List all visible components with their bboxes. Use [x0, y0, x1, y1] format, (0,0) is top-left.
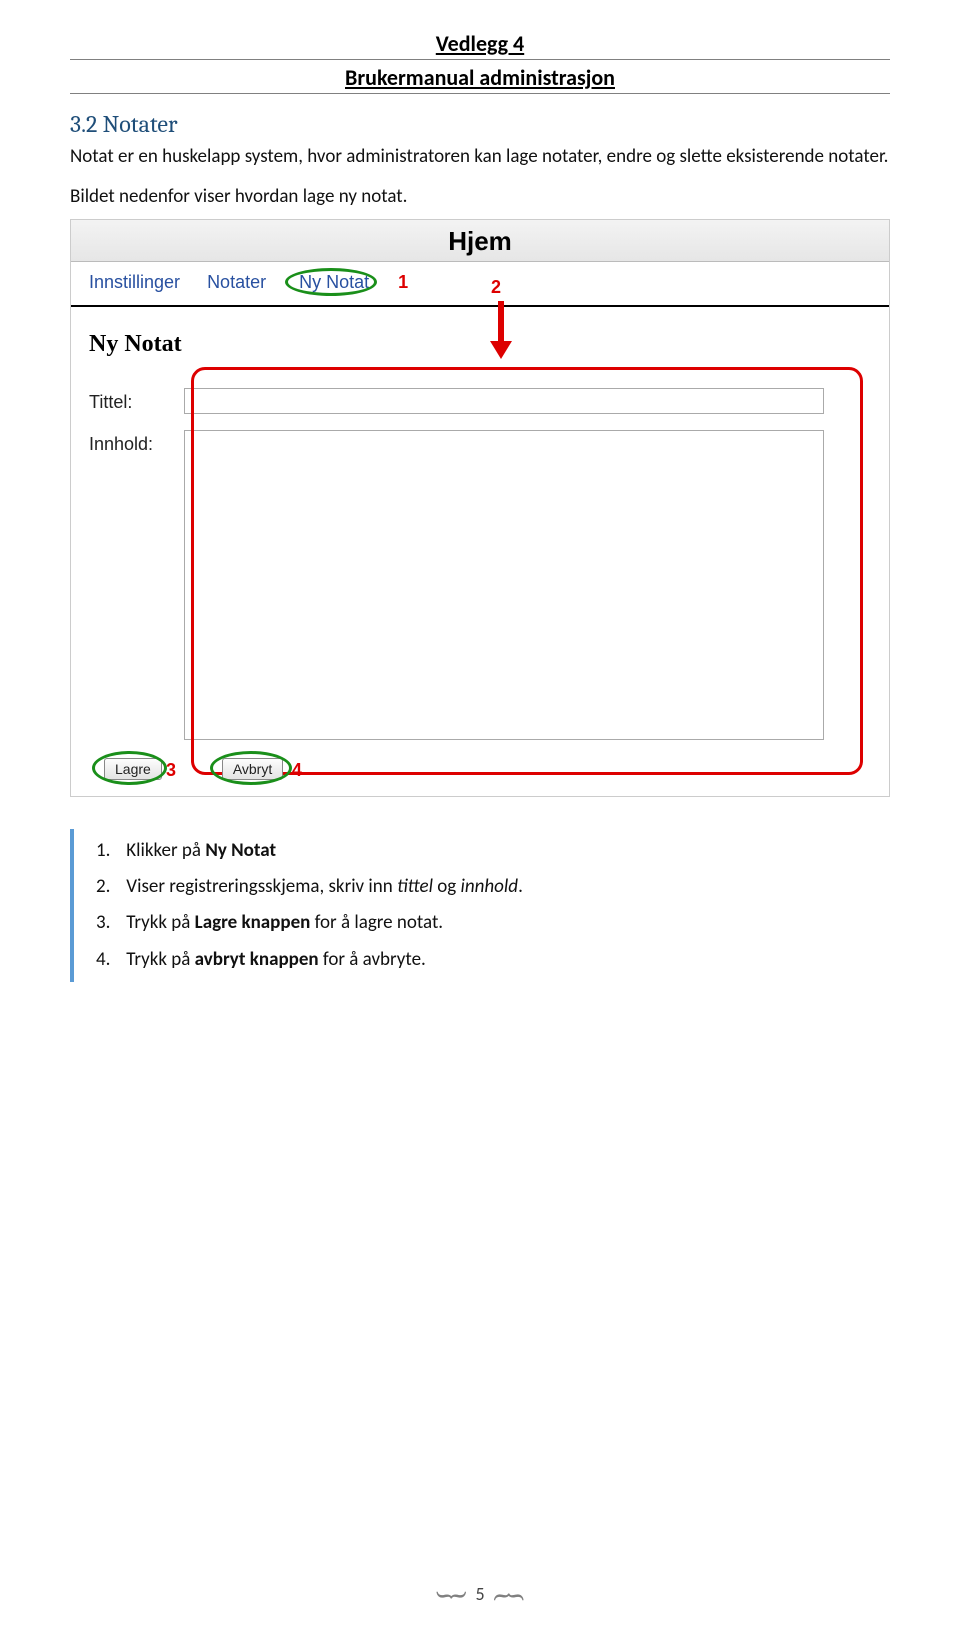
step-text: .	[518, 875, 523, 898]
step-text: Klikker på	[126, 839, 205, 862]
list-item: 3. Trykk på Lagre knappen for å lagre no…	[96, 905, 890, 941]
list-item: 2. Viser registreringsskjema, skriv inn …	[96, 869, 890, 905]
callout-number-3: 3	[166, 760, 176, 781]
input-tittel[interactable]	[184, 388, 824, 414]
cancel-button[interactable]: Avbryt	[222, 758, 283, 780]
page-footer: } 5 }	[0, 1583, 960, 1610]
section-heading: 3.2 Notater	[70, 110, 890, 138]
label-tittel: Tittel:	[89, 388, 184, 413]
rule-under-subtitle	[70, 93, 890, 94]
page-number: 5	[475, 1583, 484, 1605]
header-attachment-title: Vedlegg 4	[70, 30, 890, 57]
callout-number-4: 4	[292, 760, 302, 781]
step-strong: Ny Notat	[205, 839, 276, 862]
step-em: innhold	[461, 875, 519, 898]
instruction-list: 1. Klikker på Ny Notat 2. Viser registre…	[70, 829, 890, 981]
nav-link-innstillinger[interactable]: Innstillinger	[89, 272, 180, 293]
label-innhold: Innhold:	[89, 430, 184, 455]
step-text: for å lagre notat.	[310, 911, 443, 934]
save-button[interactable]: Lagre	[104, 758, 162, 780]
callout-number-2: 2	[491, 277, 501, 298]
nav-link-notater[interactable]: Notater	[207, 272, 266, 293]
callout-number-1: 1	[398, 272, 408, 292]
step-number: 3.	[96, 905, 122, 941]
step-text: og	[433, 875, 461, 898]
step-text: Trykk på	[126, 911, 194, 934]
step-text: for å avbryte.	[319, 948, 426, 971]
step-em: tittel	[397, 875, 433, 898]
section-paragraph-1: Notat er en huskelapp system, hvor admin…	[70, 144, 890, 170]
step-number: 4.	[96, 942, 122, 978]
figure-header-bar: Hjem	[71, 220, 889, 262]
section-paragraph-2: Bildet nedenfor viser hvordan lage ny no…	[70, 184, 890, 210]
callout-arrow-2	[491, 301, 511, 359]
step-text: Viser registreringsskjema, skriv inn	[126, 875, 397, 898]
textarea-innhold[interactable]	[184, 430, 824, 740]
step-strong: Lagre knappen	[195, 911, 311, 934]
step-strong: avbryt knappen	[195, 948, 319, 971]
step-text: Trykk på	[126, 948, 194, 971]
step-number: 1.	[96, 833, 122, 869]
rule-top	[70, 59, 890, 60]
list-item: 4. Trykk på avbryt knappen for å avbryte…	[96, 942, 890, 978]
step-number: 2.	[96, 869, 122, 905]
figure-nav-bar: Innstillinger Notater Ny Notat 1	[71, 262, 889, 307]
form-heading: Ny Notat	[89, 331, 889, 358]
screenshot-figure: Hjem Innstillinger Notater Ny Notat 1 2 …	[70, 219, 890, 797]
page-title-hjem: Hjem	[71, 226, 889, 257]
header-manual-subtitle: Brukermanual administrasjon	[70, 64, 890, 91]
list-item: 1. Klikker på Ny Notat	[96, 833, 890, 869]
